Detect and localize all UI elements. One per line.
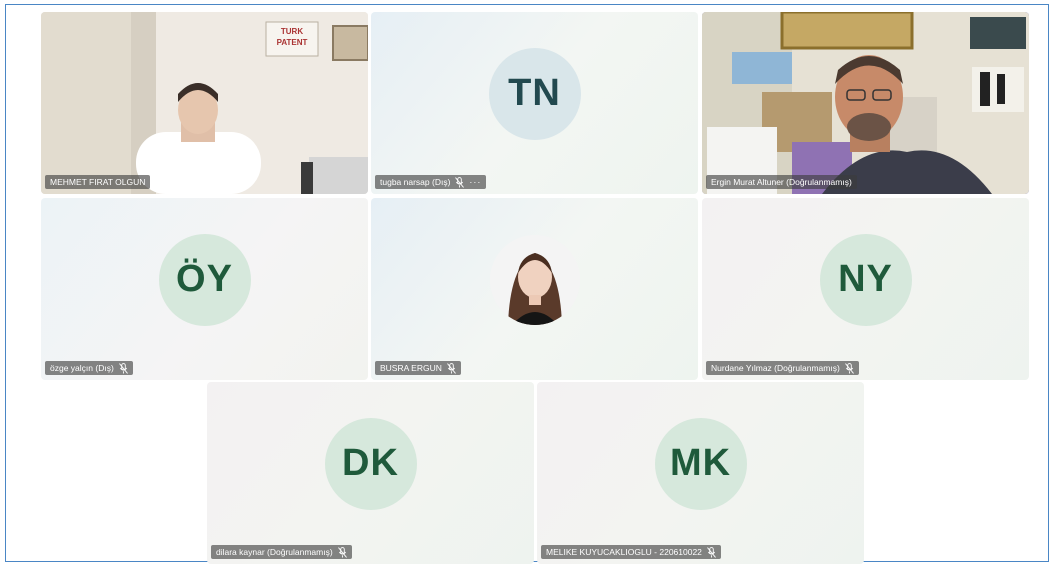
mic-off-icon	[455, 176, 465, 188]
participant-name: BUSRA ERGUN	[380, 363, 442, 373]
participant-initials-avatar: TN	[488, 47, 581, 140]
more-options-icon[interactable]: ···	[469, 175, 481, 189]
participant-name-tag: MEHMET FIRAT OLGUN	[45, 175, 151, 189]
participant-photo	[489, 234, 580, 325]
participant-tile-melike-kuyucaklioglu[interactable]: MK MELIKE KUYUCAKLIOGLU - 220610022	[537, 382, 864, 564]
mic-off-icon	[337, 546, 347, 558]
participant-photo-avatar	[489, 234, 580, 325]
participant-name: Nurdane Yılmaz (Doğrulanmamış)	[711, 363, 840, 373]
participant-tile-busra-ergun[interactable]: BUSRA ERGUN	[371, 198, 698, 380]
participant-name: Ergin Murat Altuner (Doğrulanmamış)	[711, 177, 852, 187]
participant-initials-avatar: ÖY	[158, 233, 251, 326]
mic-off-icon	[844, 362, 854, 374]
participant-name: MEHMET FIRAT OLGUN	[50, 177, 146, 187]
participant-tile-ergin-murat-altuner[interactable]: Ergin Murat Altuner (Doğrulanmamış)	[702, 12, 1029, 194]
participant-name-tag: tugba narsap (Dış) ···	[375, 175, 487, 189]
svg-text:TURK: TURK	[281, 27, 303, 36]
participant-name-tag: dilara kaynar (Doğrulanmamış)	[211, 545, 352, 559]
participant-name-tag: özge yalçın (Dış)	[45, 361, 133, 375]
participant-tile-mehmet-firat-olgun[interactable]: TURK PATENT MEHMET FIRAT OLGUN	[41, 12, 368, 194]
participant-name-tag: MELIKE KUYUCAKLIOGLU - 220610022	[541, 545, 721, 559]
participant-initials-avatar: NY	[819, 233, 912, 326]
participant-name: tugba narsap (Dış)	[380, 177, 451, 187]
svg-text:PATENT: PATENT	[277, 38, 308, 47]
participant-tile-dilara-kaynar[interactable]: DK dilara kaynar (Doğrulanmamış)	[207, 382, 534, 564]
participant-name: dilara kaynar (Doğrulanmamış)	[216, 547, 333, 557]
participant-name: MELIKE KUYUCAKLIOGLU - 220610022	[546, 547, 702, 557]
meeting-gallery: TURK PATENT MEHMET FIRAT OLGUN TN tugba …	[5, 4, 1049, 564]
participant-tile-tugba-narsap[interactable]: TN tugba narsap (Dış) ···	[371, 12, 698, 194]
mic-off-icon	[118, 362, 128, 374]
participant-name-tag: BUSRA ERGUN	[375, 361, 461, 375]
participant-name-tag: Nurdane Yılmaz (Doğrulanmamış)	[706, 361, 859, 375]
participant-video	[702, 12, 1029, 194]
mic-off-icon	[446, 362, 456, 374]
participant-video: TURK PATENT	[41, 12, 368, 194]
participant-name: özge yalçın (Dış)	[50, 363, 114, 373]
participant-initials-avatar: MK	[654, 417, 747, 510]
participant-name-tag: Ergin Murat Altuner (Doğrulanmamış)	[706, 175, 857, 189]
participant-initials-avatar: DK	[324, 417, 417, 510]
participant-tile-nurdane-yilmaz[interactable]: NY Nurdane Yılmaz (Doğrulanmamış)	[702, 198, 1029, 380]
mic-off-icon	[707, 546, 716, 558]
participant-tile-ozge-yalcin[interactable]: ÖY özge yalçın (Dış)	[41, 198, 368, 380]
